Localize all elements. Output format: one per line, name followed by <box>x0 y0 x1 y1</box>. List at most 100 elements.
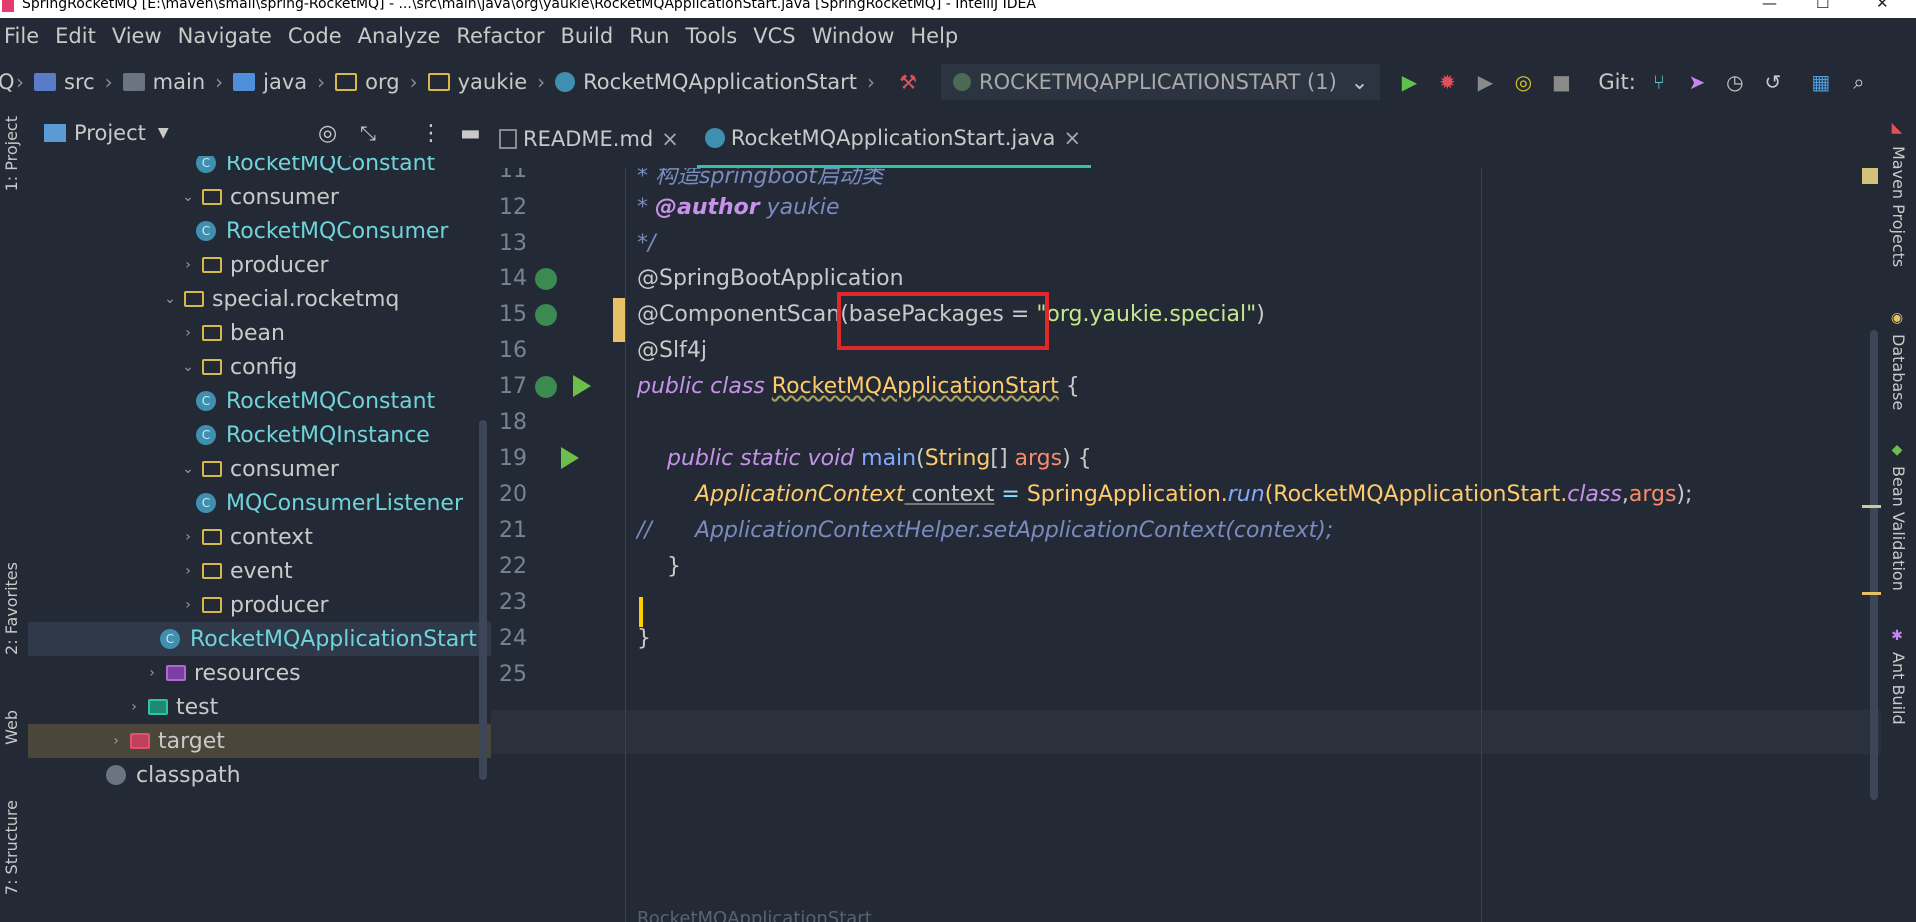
chevron-right-icon[interactable]: › <box>178 597 198 613</box>
debug-icon[interactable]: ✹ <box>1432 67 1462 97</box>
scroll-mark[interactable] <box>1862 505 1882 508</box>
locate-target-icon[interactable]: ◎ <box>318 121 337 146</box>
menu-edit[interactable]: Edit <box>47 24 104 48</box>
scroll-mark[interactable] <box>1862 592 1882 595</box>
chevron-right-icon[interactable]: › <box>178 563 198 579</box>
menu-view[interactable]: View <box>104 24 170 48</box>
menu-tools[interactable]: Tools <box>677 24 745 48</box>
menu-file[interactable]: File <box>0 24 47 48</box>
tree-item[interactable]: ⌄ consumer <box>28 452 491 486</box>
menu-code[interactable]: Code <box>280 24 350 48</box>
menu-run[interactable]: Run <box>621 24 677 48</box>
chevron-right-icon[interactable]: › <box>106 733 126 749</box>
tool-web-tab[interactable]: Web <box>2 710 21 745</box>
hide-panel-icon[interactable]: ▬ <box>460 121 481 146</box>
chevron-down-icon[interactable]: ▼ <box>158 125 169 141</box>
tree-item[interactable]: › event <box>28 554 491 588</box>
chevron-right-icon[interactable]: › <box>124 699 144 715</box>
menu-vcs[interactable]: VCS <box>745 24 803 48</box>
spring-bean-gutter-icon[interactable] <box>535 376 557 398</box>
menu-help[interactable]: Help <box>902 24 966 48</box>
tree-item[interactable]: C RocketMQConsumer <box>28 214 491 248</box>
minimize-icon[interactable]: — <box>1762 0 1777 11</box>
vcs-push-icon[interactable]: ➤ <box>1682 67 1712 97</box>
chevron-down-icon[interactable]: ⌄ <box>178 189 198 205</box>
run-main-gutter-icon[interactable] <box>561 447 579 469</box>
breadcrumb-src[interactable]: src <box>34 70 95 94</box>
stop-icon[interactable]: ■ <box>1546 67 1576 97</box>
chevron-right-icon[interactable]: › <box>178 325 198 341</box>
tool-bean-validation-tab[interactable]: Bean Validation <box>1889 466 1908 591</box>
chevron-right-icon[interactable]: › <box>178 529 198 545</box>
inspection-status-icon[interactable] <box>1862 168 1878 184</box>
menu-build[interactable]: Build <box>552 24 621 48</box>
chevron-down-icon[interactable]: ⌄ <box>178 359 198 375</box>
run-icon[interactable]: ▶ <box>1394 67 1424 97</box>
tree-item[interactable]: C RocketMQInstance <box>28 418 491 452</box>
breadcrumb-org[interactable]: org <box>335 70 400 94</box>
project-panel-header: Project ▼ ◎ ⤡ ⋮ ▬ <box>28 110 491 156</box>
profile-icon[interactable]: ◎ <box>1508 67 1538 97</box>
search-icon[interactable]: ⌕ <box>1844 67 1874 97</box>
chevron-down-icon[interactable]: ⌄ <box>160 291 180 307</box>
tree-item[interactable]: › test <box>28 690 491 724</box>
spring-bean-gutter-icon[interactable] <box>535 304 557 326</box>
tool-database-tab[interactable]: Database <box>1889 334 1908 410</box>
search-everywhere-icon[interactable]: Q <box>0 70 15 94</box>
tree-item[interactable]: ⌄ special.rocketmq <box>28 282 491 316</box>
tree-item[interactable]: C MQConsumerListener <box>28 486 491 520</box>
tool-project-tab[interactable]: 1: Project <box>2 116 21 191</box>
run-configuration-select[interactable]: ROCKETMQAPPLICATIONSTART (1) ⌄ <box>941 64 1381 100</box>
chevron-down-icon[interactable]: ⌄ <box>178 461 198 477</box>
change-marker[interactable] <box>613 298 625 342</box>
code-editor[interactable]: 10/ 11 * 构造springboot启动类 12 * @author ya… <box>491 168 1881 922</box>
project-view-select[interactable]: Project <box>74 121 146 145</box>
menu-window[interactable]: Window <box>804 24 903 48</box>
run-with-coverage-icon[interactable]: ▶ <box>1470 67 1500 97</box>
breadcrumb-class[interactable]: RocketMQApplicationStart <box>555 70 857 94</box>
tree-item[interactable]: › context <box>28 520 491 554</box>
tool-maven-projects-tab[interactable]: Maven Projects <box>1889 146 1908 267</box>
build-hammer-icon[interactable]: ⚒ <box>893 67 923 97</box>
tree-item[interactable]: › bean <box>28 316 491 350</box>
tree-item[interactable]: C RocketMQConstant <box>28 384 491 418</box>
tree-item[interactable]: C RocketMQConstant <box>28 156 491 180</box>
tree-item[interactable]: › target <box>28 724 491 758</box>
tool-structure-tab[interactable]: 7: Structure <box>2 800 21 895</box>
tree-item[interactable]: › producer <box>28 588 491 622</box>
project-tree-scrollbar[interactable] <box>479 420 487 780</box>
chevron-right-icon[interactable]: › <box>142 665 162 681</box>
close-icon[interactable]: ✕ <box>1876 0 1889 11</box>
breadcrumb-yaukie[interactable]: yaukie <box>427 70 527 94</box>
spring-bean-gutter-icon[interactable] <box>535 268 557 290</box>
tree-item[interactable]: › resources <box>28 656 491 690</box>
more-options-icon[interactable]: ⋮ <box>420 121 442 146</box>
menu-analyze[interactable]: Analyze <box>350 24 449 48</box>
menu-refactor[interactable]: Refactor <box>448 24 552 48</box>
vcs-rollback-icon[interactable]: ↺ <box>1758 67 1788 97</box>
tool-favorites-tab[interactable]: 2: Favorites <box>2 562 21 655</box>
vcs-update-icon[interactable]: ⑂ <box>1644 67 1674 97</box>
close-tab-icon[interactable]: × <box>1063 126 1081 150</box>
tree-item[interactable]: classpath <box>28 758 491 792</box>
run-class-gutter-icon[interactable] <box>573 375 591 397</box>
close-tab-icon[interactable]: × <box>661 127 679 151</box>
project-structure-icon[interactable]: ▦ <box>1806 67 1836 97</box>
window-titlebar: SpringRocketMQ [E:\maven\small\spring-Ro… <box>0 0 1916 18</box>
menu-navigate[interactable]: Navigate <box>170 24 280 48</box>
folder-icon <box>202 563 222 579</box>
collapse-all-icon[interactable]: ⤡ <box>360 121 376 145</box>
chevron-right-icon[interactable]: › <box>178 257 198 273</box>
breadcrumb-java[interactable]: java <box>233 70 307 94</box>
breadcrumb-main[interactable]: main <box>122 70 205 94</box>
tab-readme[interactable]: README.md × <box>491 110 689 168</box>
maximize-icon[interactable]: ☐ <box>1816 0 1829 11</box>
editor-scrollbar[interactable] <box>1870 330 1878 800</box>
tree-item[interactable]: C RocketMQApplicationStart <box>28 622 491 656</box>
tree-item[interactable]: ⌄ config <box>28 350 491 384</box>
tool-ant-build-tab[interactable]: Ant Build <box>1889 652 1908 725</box>
tab-rocketmq-application-start[interactable]: RocketMQApplicationStart.java × <box>696 110 1092 168</box>
vcs-history-icon[interactable]: ◷ <box>1720 67 1750 97</box>
tree-item[interactable]: › producer <box>28 248 491 282</box>
tree-item[interactable]: ⌄ consumer <box>28 180 491 214</box>
